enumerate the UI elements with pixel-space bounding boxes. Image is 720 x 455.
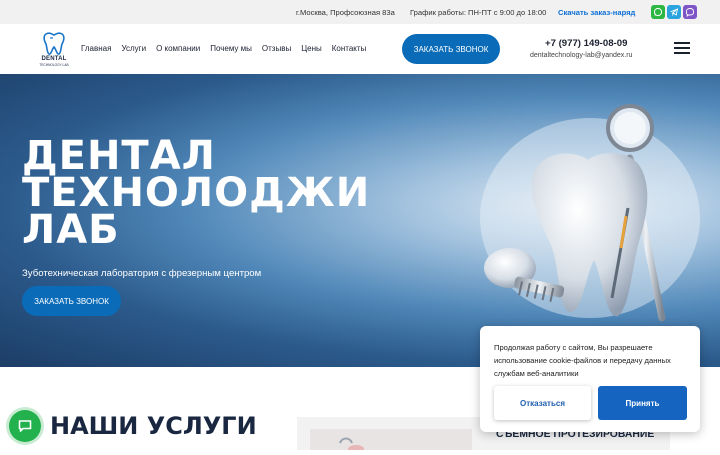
nav-item-contacts[interactable]: Контакты — [332, 44, 367, 53]
nav-item-services[interactable]: Услуги — [121, 44, 146, 53]
logo-sub-text: TECHNOLOGY LAB — [39, 63, 69, 67]
cookie-banner: Продолжая работу с сайтом, Вы разрешаете… — [480, 326, 700, 432]
whatsapp-icon[interactable] — [651, 5, 665, 19]
tooth-illustration-icon — [480, 104, 700, 322]
nav-item-home[interactable]: Главная — [81, 44, 111, 53]
nav-item-reviews[interactable]: Отзывы — [262, 44, 291, 53]
chat-widget-button[interactable] — [9, 410, 41, 442]
address-text: г.Москва, Профсоюзная 83а — [296, 8, 395, 17]
header-call-button[interactable]: ЗАКАЗАТЬ ЗВОНОК — [402, 34, 500, 64]
main-nav: Главная Услуги О компании Почему мы Отзы… — [81, 44, 376, 53]
tooth-logo-icon — [43, 32, 65, 55]
hero-subtitle: Зуботехническая лаборатория с фрезерным … — [22, 268, 262, 279]
services-heading: НАШИ УСЛУГИ — [50, 412, 257, 440]
cookie-text: Продолжая работу с сайтом, Вы разрешаете… — [494, 343, 671, 378]
hero-section: ДЕНТАЛ ТЕХНОЛОДЖИ ЛАБ Зуботехническая ла… — [0, 74, 720, 367]
nav-item-prices[interactable]: Цены — [301, 44, 322, 53]
nav-item-about[interactable]: О компании — [156, 44, 200, 53]
site-header: DENTAL TECHNOLOGY LAB Главная Услуги О к… — [0, 24, 720, 74]
hero-call-button[interactable]: ЗАКАЗАТЬ ЗВОНОК — [22, 286, 121, 316]
dental-logo[interactable]: DENTAL TECHNOLOGY LAB — [34, 31, 74, 71]
logo-brand-text: DENTAL — [41, 56, 67, 62]
phone-number[interactable]: +7 (977) 149-08-09 — [545, 38, 627, 49]
menu-icon[interactable] — [674, 42, 690, 54]
chat-icon — [18, 420, 32, 432]
download-order-link[interactable]: Скачать заказ-наряд — [558, 8, 635, 17]
service-card-image — [310, 429, 472, 453]
email-address[interactable]: dentaltechnology-lab@yandex.ru — [530, 52, 632, 59]
top-bar: г.Москва, Профсоюзная 83а График работы:… — [0, 0, 720, 24]
working-hours-text: График работы: ПН-ПТ с 9:00 до 18:00 — [410, 8, 547, 17]
hero-title: ДЕНТАЛ ТЕХНОЛОДЖИ ЛАБ — [22, 133, 371, 253]
cookie-accept-button[interactable]: Принять — [598, 386, 687, 420]
viber-icon[interactable] — [683, 5, 697, 19]
nav-item-why-us[interactable]: Почему мы — [210, 44, 252, 53]
cookie-decline-button[interactable]: Отказаться — [494, 386, 591, 420]
telegram-icon[interactable] — [667, 5, 681, 19]
